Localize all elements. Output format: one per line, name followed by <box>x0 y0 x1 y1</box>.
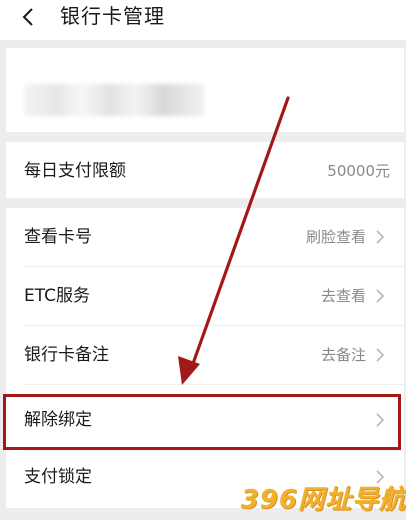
back-arrow-icon[interactable] <box>18 6 40 28</box>
daily-limit-row: 每日支付限额 50000元 <box>6 142 404 198</box>
unbind-row[interactable]: 解除绑定 <box>6 391 404 449</box>
etc-service-value: 去查看 <box>320 287 366 305</box>
divider <box>24 384 404 385</box>
view-card-number-label: 查看卡号 <box>24 227 92 247</box>
daily-limit-section: 每日支付限额 50000元 <box>6 142 404 198</box>
daily-limit-value: 50000元 <box>327 162 390 180</box>
unbind-label: 解除绑定 <box>24 410 92 430</box>
daily-limit-label: 每日支付限额 <box>24 161 126 181</box>
card-options-list: 查看卡号 刷脸查看 ETC服务 去查看 银行卡备注 去备注 解除绑定 支付锁定 <box>6 208 404 508</box>
card-note-value: 去备注 <box>320 346 366 364</box>
card-note-label: 银行卡备注 <box>24 345 109 365</box>
top-bar: 银行卡管理 <box>0 0 406 40</box>
view-card-number-row[interactable]: 查看卡号 刷脸查看 <box>6 208 404 266</box>
payment-lock-label: 支付锁定 <box>24 467 92 487</box>
etc-service-row[interactable]: ETC服务 去查看 <box>6 267 404 325</box>
watermark-logo: 396网址导航 <box>240 485 406 515</box>
blurred-card-info <box>24 84 204 116</box>
chevron-right-icon <box>376 289 385 303</box>
chevron-right-icon <box>376 230 385 244</box>
chevron-right-icon <box>376 348 385 362</box>
view-card-number-value: 刷脸查看 <box>305 228 366 246</box>
card-number-section <box>6 48 404 132</box>
chevron-right-icon <box>376 413 385 427</box>
card-note-row[interactable]: 银行卡备注 去备注 <box>6 326 404 384</box>
etc-service-label: ETC服务 <box>24 286 90 306</box>
page-title: 银行卡管理 <box>60 4 165 28</box>
